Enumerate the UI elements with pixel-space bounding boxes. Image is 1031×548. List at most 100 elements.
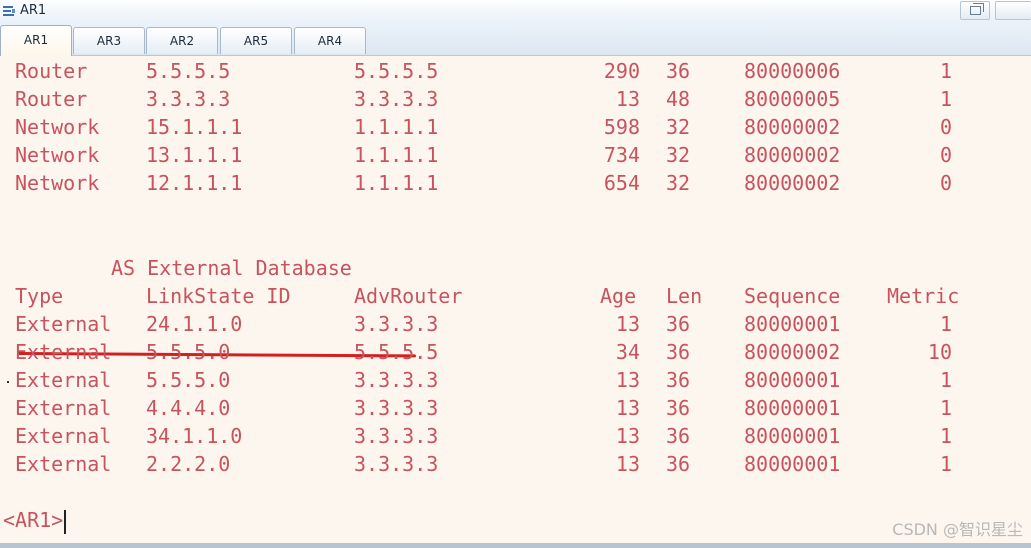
- external-lsa-cell-adv-router: 3.3.3.3: [354, 312, 439, 336]
- lsa-cell-adv-router: 1.1.1.1: [354, 171, 439, 195]
- external-lsa-cell-age: 34: [615, 340, 640, 364]
- external-lsa-cell-len: 36: [666, 396, 691, 420]
- external-lsa-cell-type: External: [15, 340, 112, 364]
- lsa-cell-age: 290: [603, 59, 640, 83]
- lsa-cell-age: 654: [603, 171, 640, 195]
- lsa-cell-len: 32: [666, 171, 691, 195]
- external-lsa-cell-len: 36: [666, 312, 691, 336]
- tab-ar1[interactable]: AR1: [0, 25, 72, 56]
- prompt-text: <AR1>: [3, 508, 64, 532]
- external-lsa-cell-metric: 1: [939, 368, 952, 392]
- watermark: CSDN @智识星尘: [892, 520, 1023, 539]
- lsa-cell-len: 48: [666, 87, 691, 111]
- lsa-cell-adv-router: 1.1.1.1: [354, 143, 439, 167]
- lsa-cell-type: Router: [15, 59, 88, 83]
- lsa-cell-type: Router: [15, 87, 88, 111]
- external-lsa-cell-type: External: [15, 312, 112, 336]
- window-control-area[interactable]: [995, 1, 1031, 20]
- lsa-cell-age: 734: [603, 143, 640, 167]
- external-lsa-cell-sequence: 80000001: [744, 396, 841, 420]
- lsa-cell-type: Network: [15, 143, 100, 167]
- lsa-cell-sequence: 80000002: [744, 171, 841, 195]
- lsa-cell-age: 13: [615, 87, 640, 111]
- command-prompt[interactable]: <AR1>: [3, 506, 67, 534]
- external-lsa-cell-sequence: 80000002: [744, 340, 841, 364]
- external-lsa-cell-adv-router: 3.3.3.3: [354, 396, 439, 420]
- external-lsa-cell-adv-router: 3.3.3.3: [354, 424, 439, 448]
- restore-button[interactable]: [960, 1, 990, 20]
- external-lsa-cell-linkstate-id: 24.1.1.0: [146, 312, 243, 336]
- window-title: AR1: [20, 3, 47, 18]
- external-lsa-cell-sequence: 80000001: [744, 424, 841, 448]
- lsa-cell-sequence: 80000002: [744, 115, 841, 139]
- external-lsa-cell-age: 13: [615, 368, 640, 392]
- lsa-cell-metric: 0: [939, 115, 952, 139]
- external-lsa-cell-age: 13: [615, 424, 640, 448]
- external-lsa-cell-metric: 1: [939, 312, 952, 336]
- terminal-output[interactable]: AS External Database <AR1> CSDN @智识星尘 Ro…: [0, 56, 1031, 543]
- external-lsa-cell-adv-router: 3.3.3.3: [354, 368, 439, 392]
- external-lsa-cell-sequence: 80000001: [744, 312, 841, 336]
- text-cursor: [64, 509, 67, 534]
- lsa-cell-metric: 0: [939, 143, 952, 167]
- external-lsa-cell-type: External: [15, 452, 112, 476]
- external-lsa-cell-linkstate-id: 5.5.5.0: [146, 340, 231, 364]
- external-lsa-cell-age: 13: [615, 452, 640, 476]
- lsa-cell-len: 32: [666, 115, 691, 139]
- tab-ar2[interactable]: AR2: [146, 27, 218, 54]
- external-lsa-cell-sequence: 80000001: [744, 368, 841, 392]
- tab-ar3[interactable]: AR3: [73, 27, 145, 54]
- column-header-type: Type: [15, 284, 64, 308]
- lsa-cell-linkstate-id: 3.3.3.3: [146, 87, 231, 111]
- external-lsa-cell-type: External: [15, 368, 112, 392]
- tab-ar5[interactable]: AR5: [220, 27, 292, 54]
- column-header-adv-router: AdvRouter: [354, 284, 463, 308]
- lsa-cell-sequence: 80000005: [744, 87, 841, 111]
- lsa-cell-metric: 1: [939, 59, 952, 83]
- external-lsa-cell-adv-router: 5.5.5.5: [354, 340, 439, 364]
- column-header-linkstate-id: LinkState ID: [146, 284, 291, 308]
- lsa-cell-linkstate-id: 12.1.1.1: [146, 171, 243, 195]
- restore-icon: [970, 3, 984, 15]
- external-lsa-cell-linkstate-id: 5.5.5.0: [146, 368, 231, 392]
- lsa-cell-adv-router: 3.3.3.3: [354, 87, 439, 111]
- lsa-cell-len: 32: [666, 143, 691, 167]
- lsa-cell-type: Network: [15, 171, 100, 195]
- lsa-cell-metric: 0: [939, 171, 952, 195]
- lsa-cell-age: 598: [603, 115, 640, 139]
- external-lsa-cell-type: External: [15, 424, 112, 448]
- external-database-title: AS External Database: [111, 256, 352, 280]
- external-lsa-cell-metric: 1: [939, 452, 952, 476]
- external-lsa-cell-sequence: 80000001: [744, 452, 841, 476]
- session-tab-bar: AR1 AR3 AR2 AR5 AR4: [0, 24, 1031, 56]
- column-header-age: Age: [600, 284, 637, 308]
- external-lsa-cell-type: External: [15, 396, 112, 420]
- lsa-cell-metric: 1: [939, 87, 952, 111]
- external-lsa-cell-linkstate-id: 34.1.1.0: [146, 424, 243, 448]
- external-lsa-cell-age: 13: [615, 396, 640, 420]
- external-lsa-cell-linkstate-id: 2.2.2.0: [146, 452, 231, 476]
- external-lsa-cell-len: 36: [666, 424, 691, 448]
- lsa-cell-sequence: 80000006: [744, 59, 841, 83]
- lsa-cell-type: Network: [15, 115, 100, 139]
- lsa-cell-linkstate-id: 5.5.5.5: [146, 59, 231, 83]
- column-header-len: Len: [666, 284, 703, 308]
- external-lsa-cell-linkstate-id: 4.4.4.0: [146, 396, 231, 420]
- external-lsa-cell-metric: 1: [939, 424, 952, 448]
- external-lsa-cell-len: 36: [666, 340, 691, 364]
- lsa-cell-linkstate-id: 13.1.1.1: [146, 143, 243, 167]
- external-lsa-cell-len: 36: [666, 452, 691, 476]
- tab-ar4[interactable]: AR4: [294, 27, 366, 54]
- external-lsa-cell-metric: 1: [939, 396, 952, 420]
- external-lsa-cell-metric: 10: [927, 340, 952, 364]
- lsa-cell-adv-router: 5.5.5.5: [354, 59, 439, 83]
- title-bar: AR1: [0, 0, 1031, 25]
- window-bottom-edge: [0, 543, 1031, 548]
- column-header-sequence: Sequence: [744, 284, 841, 308]
- external-lsa-cell-age: 13: [615, 312, 640, 336]
- external-lsa-cell-len: 36: [666, 368, 691, 392]
- lsa-cell-linkstate-id: 15.1.1.1: [146, 115, 243, 139]
- stray-dot-mark: [7, 381, 9, 383]
- terminal-app-icon: [3, 6, 15, 16]
- column-header-metric: Metric: [887, 284, 960, 308]
